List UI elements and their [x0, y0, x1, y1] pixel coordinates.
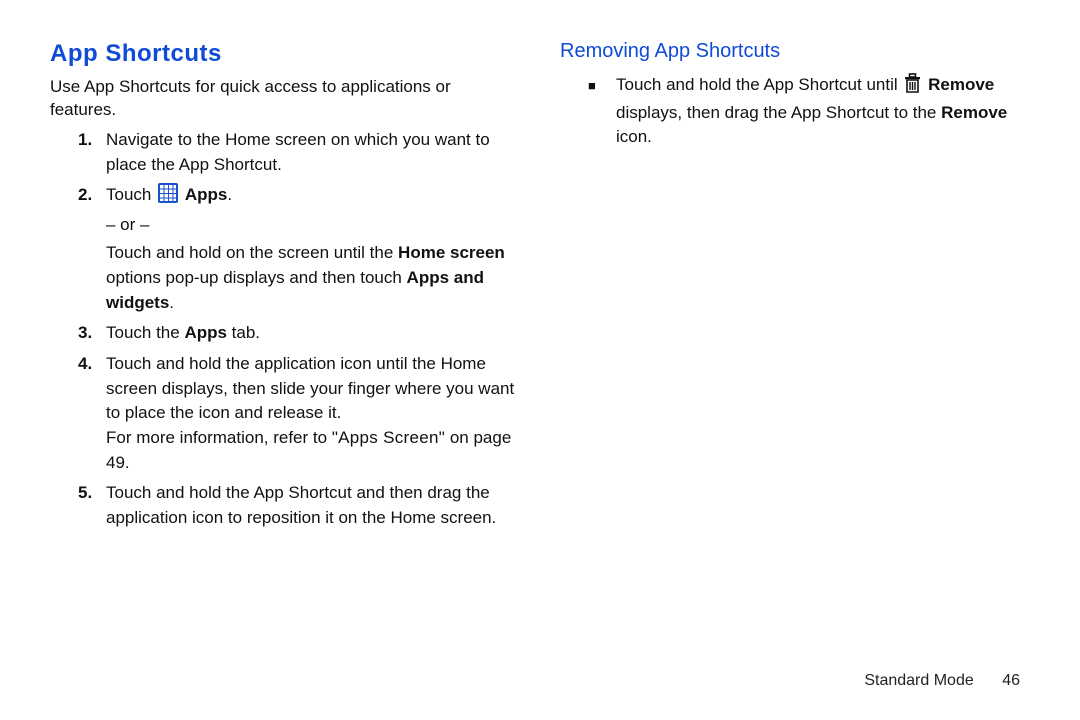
- period: .: [169, 293, 174, 312]
- xref-title: "Apps Screen": [332, 428, 445, 447]
- right-column: Removing App Shortcuts ■ Touch and hold …: [560, 40, 1030, 536]
- home-screen-label: Home screen: [398, 243, 505, 262]
- step-number: 5.: [78, 481, 106, 530]
- or-separator: – or –: [106, 213, 520, 238]
- step-body: Touch the Apps tab.: [106, 321, 520, 346]
- section-heading: App Shortcuts: [50, 40, 520, 68]
- cross-reference: For more information, refer to "Apps Scr…: [106, 426, 520, 475]
- numbered-steps: 1. Navigate to the Home screen on which …: [78, 128, 520, 531]
- step-number: 4.: [78, 352, 106, 475]
- text: Touch the: [106, 323, 184, 342]
- step-body: Touch and hold the App Shortcut and then…: [106, 481, 520, 530]
- two-column-layout: App Shortcuts Use App Shortcuts for quic…: [50, 40, 1030, 536]
- apps-label: Apps: [185, 185, 228, 204]
- square-bullet-icon: ■: [588, 73, 616, 150]
- apps-tab-label: Apps: [184, 323, 227, 342]
- bullet-item: ■ Touch and hold the App Shortcut until: [588, 73, 1030, 150]
- step-number: 3.: [78, 321, 106, 346]
- text: Touch and hold the App Shortcut until: [616, 75, 902, 94]
- step-number: 2.: [78, 183, 106, 315]
- page-footer: Standard Mode 46: [864, 672, 1020, 690]
- subsection-heading: Removing App Shortcuts: [560, 40, 1030, 63]
- step-5: 5. Touch and hold the App Shortcut and t…: [78, 481, 520, 530]
- manual-page: App Shortcuts Use App Shortcuts for quic…: [0, 0, 1080, 720]
- text: For more information, refer to: [106, 428, 332, 447]
- remove-label: Remove: [928, 75, 994, 94]
- text: Touch and hold the application icon unti…: [106, 354, 514, 422]
- text: Touch and hold on the screen until the: [106, 243, 398, 262]
- bullet-body: Touch and hold the App Shortcut until Re…: [616, 73, 1030, 150]
- text: tab.: [227, 323, 260, 342]
- step-2: 2. Touch: [78, 183, 520, 315]
- text: displays, then drag the App Shortcut to …: [616, 103, 941, 122]
- text: icon.: [616, 127, 652, 146]
- step-3: 3. Touch the Apps tab.: [78, 321, 520, 346]
- trash-icon: [904, 73, 921, 101]
- step-body: Touch and hold the application icon unti…: [106, 352, 520, 475]
- step-body: Touch: [106, 183, 520, 315]
- footer-mode: Standard Mode: [864, 672, 973, 689]
- apps-grid-icon: [158, 183, 178, 211]
- page-number: 46: [1002, 672, 1020, 689]
- step-1: 1. Navigate to the Home screen on which …: [78, 128, 520, 177]
- step-4: 4. Touch and hold the application icon u…: [78, 352, 520, 475]
- step-number: 1.: [78, 128, 106, 177]
- step-body: Navigate to the Home screen on which you…: [106, 128, 520, 177]
- intro-paragraph: Use App Shortcuts for quick access to ap…: [50, 76, 520, 122]
- remove-label-2: Remove: [941, 103, 1007, 122]
- text: options pop-up displays and then touch: [106, 268, 407, 287]
- period: .: [227, 185, 232, 204]
- left-column: App Shortcuts Use App Shortcuts for quic…: [50, 40, 520, 536]
- text: Touch: [106, 185, 156, 204]
